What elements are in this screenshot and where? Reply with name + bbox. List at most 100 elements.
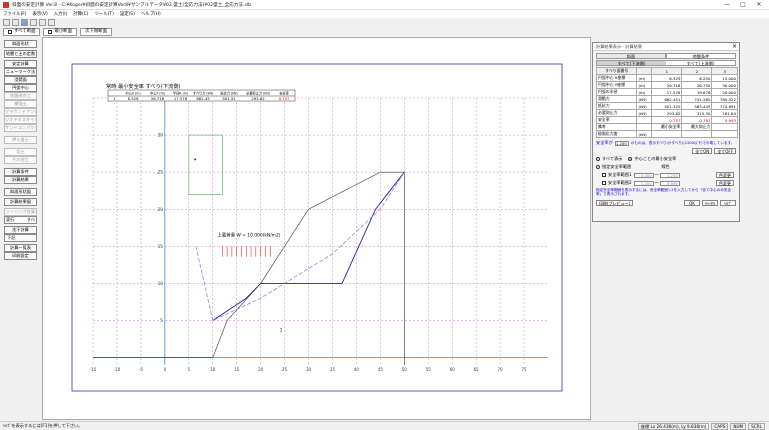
maximize-button[interactable]: □	[735, 0, 751, 10]
table-row[interactable]: 滑動力 (kN) 662.451 741.285 780.522	[595, 95, 738, 103]
preview-icon[interactable]	[39, 19, 46, 26]
slip-label[interactable]: すべ	[27, 217, 35, 223]
range2-to[interactable]: 9.999	[659, 180, 680, 186]
menu-file[interactable]: ファイル(F)	[3, 11, 27, 17]
tab-all-sections[interactable]: すべて断面	[3, 27, 41, 36]
new-file-icon[interactable]	[3, 19, 10, 26]
table-row[interactable]: 円弧中心 X座標 (m) 6.329 6.250 15.000	[595, 74, 738, 82]
sidebar-run-pair[interactable]: 実行 すべ	[4, 216, 37, 224]
minimize-button[interactable]: —	[719, 0, 735, 10]
x-tick-label: 10	[210, 367, 216, 372]
tab-min-section[interactable]: 最小断面	[43, 27, 78, 36]
sidebar-slope-shape[interactable]: 斜面形状	[4, 40, 37, 48]
checkbox-icon[interactable]	[8, 29, 12, 34]
sidebar-stability[interactable]: 安定計算	[4, 60, 37, 68]
sidebar-calc-results[interactable]: 計算結果	[4, 176, 37, 184]
sidebar-arc-center[interactable]: 円弧中心	[4, 84, 37, 92]
sidebar-scp[interactable]: サンドコンパクションパイル	[4, 124, 37, 132]
tab-ground[interactable]: 地盤条件	[666, 53, 736, 59]
sidebar-cut[interactable]: 切土	[4, 148, 37, 156]
table-cell	[651, 130, 683, 138]
menu-calc[interactable]: 計算(C)	[73, 11, 88, 17]
menu-input[interactable]: 入力(I)	[54, 11, 68, 17]
summary-table-header: すべり力 (kN)	[193, 91, 213, 96]
sidebar-calc-conditions[interactable]: 計算条件	[4, 168, 37, 176]
range2-from[interactable]: 1.200	[633, 180, 654, 186]
x-tick-label: 45	[378, 367, 384, 372]
tab-next-section[interactable]: 次下限断面	[80, 27, 113, 36]
radio-show-all[interactable]	[596, 157, 600, 161]
help-button[interactable]: ﾍﾙﾌﾟ	[720, 199, 736, 206]
table-row[interactable]: 円弧の半径 (m) 17.576 19.676 20.000	[595, 88, 738, 96]
save-icon[interactable]	[21, 19, 28, 26]
sidebar-result-figure[interactable]: 計算結果図	[4, 198, 37, 206]
table-cell: 6.329	[651, 74, 683, 82]
print-preview-button[interactable]: 印刷(プレビュー)	[596, 199, 634, 206]
drawing-canvas[interactable]: -15 -10 -5 0 5 10 15 20 25 30 35 40 45 50 55 60 65 70 75 5 1…	[42, 37, 591, 420]
tab-downstream[interactable]: すべて(下流側)	[597, 61, 666, 66]
all-off-button[interactable]: 全てOFF	[714, 148, 736, 154]
summary-table-header: 中心X (m)	[125, 91, 140, 96]
ok-button[interactable]: OK	[684, 199, 700, 206]
x-tick-label: -10	[114, 367, 121, 372]
radio-min-per-center[interactable]	[628, 157, 633, 161]
summary-table-value: 6.329	[128, 96, 139, 101]
menu-tools[interactable]: ツール(T)	[95, 11, 114, 17]
range1-from[interactable]: 0.000	[633, 172, 654, 178]
sidebar-other[interactable]: その他工	[4, 156, 37, 164]
cancel-button[interactable]: ｷｬﾝｾﾙ	[702, 199, 718, 206]
sidebar-reinforce[interactable]: 補強土	[4, 100, 37, 108]
table-row[interactable]: 備考 最小安全率 最大抑止力	[595, 123, 738, 131]
menu-help[interactable]: ヘルプ(H)	[141, 11, 161, 17]
all-on-button[interactable]: 全てON	[692, 148, 713, 154]
sidebar-newmark[interactable]: ニューマーク法	[4, 68, 37, 76]
print-icon[interactable]	[30, 19, 37, 26]
open-folder-icon[interactable]	[12, 19, 19, 26]
range1-color-button[interactable]: 色変更	[716, 172, 734, 178]
checkbox-icon[interactable]	[48, 29, 53, 34]
sidebar-select[interactable]: 下記	[4, 234, 37, 242]
close-icon[interactable]: ×	[732, 43, 737, 51]
table-cell: 501.325	[651, 102, 683, 110]
sidebar-layers[interactable]: 地層と土の定数	[4, 50, 37, 58]
table-cell: 26.750	[681, 81, 713, 89]
table-cell: (m)	[636, 88, 653, 96]
sidebar-geotextile[interactable]: ジオテキスタイル	[4, 116, 37, 124]
range2-checkbox[interactable]	[602, 181, 606, 185]
radio-range[interactable]	[596, 165, 600, 169]
sidebar-ground-improve[interactable]: 地盤改良工	[4, 92, 37, 100]
range1-to[interactable]: 1.200	[659, 172, 680, 178]
y-tick-label: 30	[158, 133, 164, 138]
tab-upstream[interactable]: すべて(上流側)	[666, 61, 735, 66]
x-tick-label: -5	[139, 367, 143, 372]
sidebar-slope-figure[interactable]: 斜面形状図	[4, 188, 37, 196]
run-label[interactable]: 実行	[6, 217, 14, 223]
table-cell: 円弧の半径	[595, 88, 638, 96]
table-cell: (kN)	[636, 109, 653, 117]
table-row[interactable]: 円弧中心 Y座標 (m) 26.718 26.750 30.000	[595, 81, 738, 89]
menu-settings[interactable]: 設定(S)	[120, 11, 135, 17]
range2-color-button[interactable]: 色変更	[716, 180, 734, 186]
fs-threshold-input[interactable]: 1.200	[614, 140, 629, 146]
range1-checkbox[interactable]	[602, 173, 606, 177]
tab-slope[interactable]: 斜面	[596, 53, 666, 59]
sidebar-counterweight[interactable]: 押え盛土	[4, 136, 37, 144]
sidebar-anchor[interactable]: グラウンドアンカー	[4, 108, 37, 116]
help-icon[interactable]	[48, 19, 55, 26]
sidebar-settlement[interactable]: 沈下計算	[4, 226, 37, 234]
sidebar-seepage[interactable]: 浸潤面	[4, 76, 37, 84]
x-tick-label: 70	[498, 367, 504, 372]
close-button[interactable]: ✕	[751, 0, 767, 10]
fs-threshold-label: 安全率が	[596, 140, 613, 145]
sidebar-print-settings[interactable]: 印刷設定	[4, 252, 37, 260]
menu-view[interactable]: 表示(V)	[33, 11, 48, 17]
table-row[interactable]: 安全率 0.757 0.787 0.993	[595, 116, 738, 124]
table-row[interactable]: 必要抑止力 (kN) 293.62 315.30 161.64	[595, 109, 738, 117]
table-row[interactable]: 極限応力度 (kN)	[595, 130, 738, 138]
table-row[interactable]: 抵抗力 (kN) 501.325 583.445 774.891	[595, 102, 738, 110]
table-cell	[681, 130, 713, 138]
y-tick-label: 20	[158, 207, 164, 212]
sidebar-calc-list[interactable]: 計算一覧表	[4, 244, 37, 252]
sidebar-soring[interactable]: ソーリング計算	[4, 208, 37, 216]
x-tick-label: 30	[306, 367, 312, 372]
